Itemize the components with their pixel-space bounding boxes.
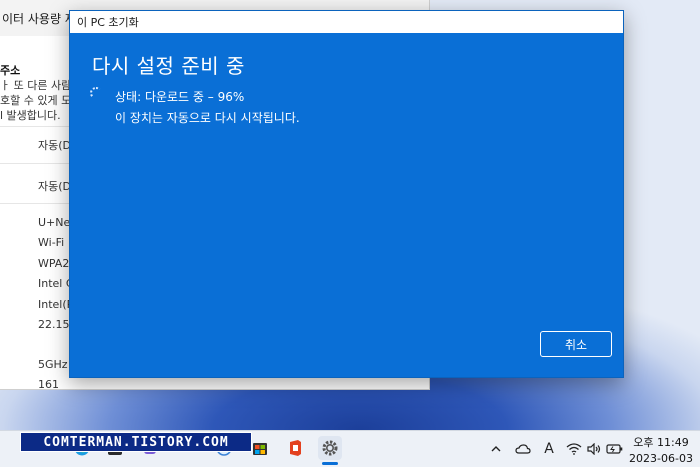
clock-date: 2023-06-03 bbox=[629, 452, 693, 465]
bg-text-line: U+Ne bbox=[38, 216, 71, 229]
background-window-title: 이터 사용량 제 bbox=[2, 11, 76, 26]
dialog-title: 이 PC 초기화 bbox=[77, 16, 139, 29]
ime-label: A bbox=[544, 440, 554, 457]
dialog-heading: 다시 설정 준비 중 bbox=[92, 54, 245, 78]
bg-text-line: WPA2 bbox=[38, 257, 70, 270]
bg-text-line: Wi-Fi bbox=[38, 236, 65, 249]
office-icon[interactable] bbox=[283, 436, 307, 460]
bg-text-line: 161 bbox=[38, 378, 59, 390]
restart-note: 이 장치는 자동으로 다시 시작됩니다. bbox=[115, 111, 300, 125]
wifi-icon[interactable] bbox=[564, 430, 584, 467]
dialog-titlebar[interactable]: 이 PC 초기화 bbox=[70, 11, 623, 33]
volume-icon[interactable] bbox=[584, 430, 604, 467]
bg-text-line: 자동(D bbox=[38, 180, 72, 193]
dialog-body: 다시 설정 준비 중 상태: 다운로드 중 – 96% 이 장치는 자동으로 다… bbox=[70, 33, 623, 377]
watermark-banner: COMTERMAN.TISTORY.COM bbox=[20, 432, 252, 452]
bg-text-line: 5GHz bbox=[38, 358, 68, 371]
bg-text-line: 자동(D bbox=[38, 139, 72, 152]
battery-icon[interactable] bbox=[604, 430, 626, 467]
active-app-indicator bbox=[322, 462, 338, 465]
settings-icon[interactable] bbox=[318, 436, 342, 460]
bg-text-line: 주소 bbox=[0, 64, 21, 77]
watermark-text: COMTERMAN.TISTORY.COM bbox=[43, 434, 229, 450]
taskbar-clock[interactable]: 오후 11:49 2023-06-03 bbox=[628, 434, 694, 465]
download-status: 상태: 다운로드 중 – 96% bbox=[115, 90, 245, 104]
clock-time: 오후 11:49 bbox=[633, 436, 689, 449]
cancel-button[interactable]: 취소 bbox=[540, 331, 612, 357]
chevron-up-icon[interactable] bbox=[488, 430, 504, 467]
loading-spinner-icon bbox=[90, 87, 102, 99]
reset-pc-dialog: 이 PC 초기화 다시 설정 준비 중 상태: 다운로드 중 – 96% 이 장… bbox=[69, 10, 624, 378]
ime-icon[interactable]: A bbox=[540, 430, 558, 467]
bg-text-line: l 발생합니다. bbox=[0, 109, 61, 122]
onedrive-icon[interactable] bbox=[512, 430, 534, 467]
